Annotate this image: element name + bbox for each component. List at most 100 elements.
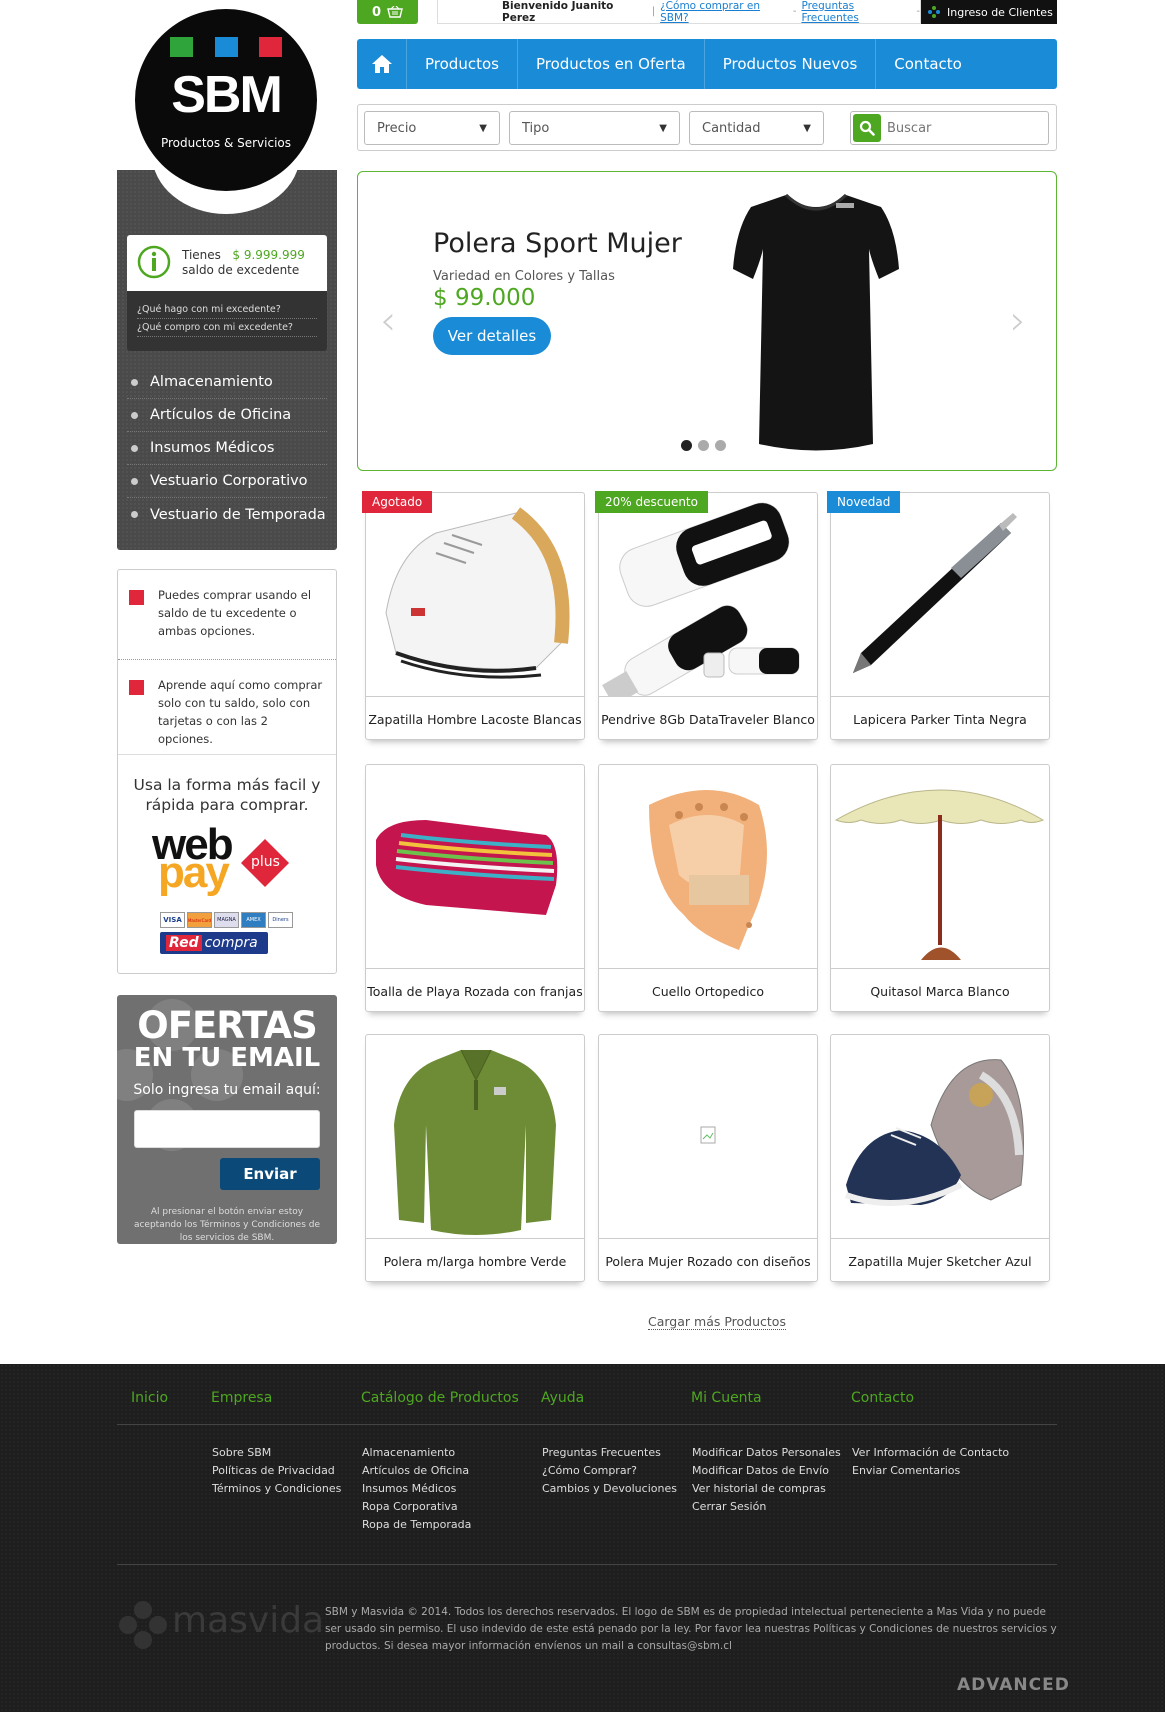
nav-nuevos[interactable]: Productos Nuevos xyxy=(705,39,877,89)
product-card[interactable]: Polera Mujer Rozado con diseños xyxy=(598,1034,818,1282)
hero-slider: ‹ › Polera Sport Mujer Variedad en Color… xyxy=(357,171,1057,471)
slider-dot[interactable] xyxy=(698,440,709,451)
category-corporativo[interactable]: Vestuario Corporativo xyxy=(127,465,327,498)
search-button[interactable] xyxy=(853,114,881,142)
category-almacenamiento[interactable]: Almacenamiento xyxy=(127,366,327,399)
footer-link[interactable]: Cerrar Sesión xyxy=(692,1498,841,1516)
footer-link[interactable]: ¿Cómo Comprar? xyxy=(542,1462,677,1480)
product-name[interactable]: Zapatilla Hombre Lacoste Blancas xyxy=(366,698,584,740)
footer-link[interactable]: Modificar Datos de Envío xyxy=(692,1462,841,1480)
product-image[interactable] xyxy=(599,493,817,697)
home-button[interactable] xyxy=(357,39,407,89)
balance-label: Tienes xyxy=(182,248,221,262)
product-name[interactable]: Zapatilla Mujer Sketcher Azul xyxy=(831,1240,1049,1282)
prev-slide-button[interactable]: ‹ xyxy=(380,298,396,344)
visa-logo: VISA xyxy=(160,912,185,928)
price-select[interactable]: Precio ▼ xyxy=(364,111,500,145)
product-image[interactable] xyxy=(831,493,1049,697)
hero-details-button[interactable]: Ver detalles xyxy=(433,317,551,355)
product-image[interactable] xyxy=(366,1035,584,1239)
product-badge: Agotado xyxy=(362,491,433,513)
footer-head-ayuda[interactable]: Ayuda xyxy=(541,1390,584,1406)
slider-dot[interactable] xyxy=(681,440,692,451)
footer-link[interactable]: Modificar Datos Personales xyxy=(692,1444,841,1462)
slider-dot[interactable] xyxy=(715,440,726,451)
product-card[interactable]: Toalla de Playa Rozada con franjas xyxy=(365,764,585,1012)
product-badge: 20% descuento xyxy=(595,491,708,513)
footer-head-empresa[interactable]: Empresa xyxy=(211,1390,272,1406)
cart-button[interactable]: 0 xyxy=(357,0,418,24)
footer-head-catalogo[interactable]: Catálogo de Productos xyxy=(361,1390,519,1406)
payment-info-box: Puedes comprar usando el saldo de tu exc… xyxy=(117,569,337,974)
separator: | xyxy=(651,6,656,17)
footer-col-empresa: Sobre SBM Políticas de Privacidad Términ… xyxy=(212,1444,341,1498)
balance-link-what[interactable]: ¿Qué hago con mi excedente? xyxy=(137,301,317,319)
product-card[interactable]: Zapatilla Mujer Sketcher Azul xyxy=(830,1034,1050,1282)
category-oficina[interactable]: Artículos de Oficina xyxy=(127,399,327,432)
product-card[interactable]: Zapatilla Hombre Lacoste Blancas Agotado xyxy=(362,491,585,740)
footer-link[interactable]: Ropa de Temporada xyxy=(362,1516,471,1534)
product-name[interactable]: Toalla de Playa Rozada con franjas xyxy=(366,970,584,1012)
info-item-learn[interactable]: Aprende aquí como comprar solo con tu sa… xyxy=(118,660,336,755)
footer-head-inicio[interactable]: Inicio xyxy=(131,1390,168,1406)
nav-ofertas[interactable]: Productos en Oferta xyxy=(518,39,705,89)
footer-link[interactable]: Ropa Corporativa xyxy=(362,1498,471,1516)
footer-head-cuenta[interactable]: Mi Cuenta xyxy=(691,1390,762,1406)
newsletter-send-button[interactable]: Enviar xyxy=(220,1158,320,1190)
newsletter-email-input[interactable] xyxy=(134,1110,320,1148)
product-card[interactable]: Polera m/larga hombre Verde xyxy=(365,1034,585,1282)
category-temporada[interactable]: Vestuario de Temporada xyxy=(127,498,327,531)
product-image[interactable] xyxy=(831,765,1049,969)
umbrella-icon xyxy=(834,789,1045,960)
sneaker-white-icon xyxy=(385,507,570,679)
search-input[interactable] xyxy=(887,120,1037,136)
product-image[interactable] xyxy=(366,493,584,697)
category-medicos[interactable]: Insumos Médicos xyxy=(127,432,327,465)
product-name[interactable]: Polera m/larga hombre Verde xyxy=(366,1240,584,1282)
footer-link[interactable]: Insumos Médicos xyxy=(362,1480,471,1498)
product-name[interactable]: Cuello Ortopedico xyxy=(599,970,817,1012)
footer-link[interactable]: Sobre SBM xyxy=(212,1444,341,1462)
magna-logo: MAGNA xyxy=(214,912,239,928)
balance-link-buy[interactable]: ¿Qué compro con mi excedente? xyxy=(137,319,317,337)
product-image[interactable] xyxy=(366,765,584,969)
footer-link[interactable]: Artículos de Oficina xyxy=(362,1462,471,1480)
product-card[interactable]: Pendrive 8Gb DataTraveler Blanco 20% desc… xyxy=(595,491,818,740)
filter-bar: Precio ▼ Tipo ▼ Cantidad ▼ xyxy=(357,104,1057,151)
product-name[interactable]: Polera Mujer Rozado con diseños xyxy=(599,1240,817,1282)
usb-drive-icon xyxy=(602,502,800,696)
footer-link[interactable]: Términos y Condiciones xyxy=(212,1480,341,1498)
newsletter-box: OFERTAS EN TU EMAIL Solo ingresa tu emai… xyxy=(117,995,337,1244)
footer-link[interactable]: Almacenamiento xyxy=(362,1444,471,1462)
footer-link[interactable]: Ver historial de compras xyxy=(692,1480,841,1498)
load-more-link[interactable]: Cargar más Productos xyxy=(648,1314,786,1330)
product-name[interactable]: Pendrive 8Gb DataTraveler Blanco xyxy=(599,698,817,740)
nav-contacto[interactable]: Contacto xyxy=(876,39,980,89)
balance-card: Tienes $ 9.999.999 saldo de excedente xyxy=(127,235,327,291)
product-image[interactable] xyxy=(599,1035,817,1239)
footer-link[interactable]: Políticas de Privacidad xyxy=(212,1462,341,1480)
footer-link[interactable]: Cambios y Devoluciones xyxy=(542,1480,677,1498)
newsletter-title: OFERTAS xyxy=(137,1004,317,1047)
product-card[interactable]: Quitasol Marca Blanco xyxy=(830,764,1050,1012)
product-name[interactable]: Lapicera Parker Tinta Negra xyxy=(831,698,1049,740)
quantity-select[interactable]: Cantidad ▼ xyxy=(689,111,824,145)
how-to-buy-link[interactable]: ¿Cómo comprar en SBM? xyxy=(660,0,788,24)
type-select[interactable]: Tipo ▼ xyxy=(509,111,680,145)
footer-link[interactable]: Ver Información de Contacto xyxy=(852,1444,1009,1462)
client-login-button[interactable]: Ingreso de Clientes xyxy=(921,0,1057,24)
info-item-excedente[interactable]: Puedes comprar usando el saldo de tu exc… xyxy=(118,570,336,660)
sbm-logo[interactable]: SBM Productos & Servicios xyxy=(135,9,317,191)
footer-link[interactable]: Enviar Comentarios xyxy=(852,1462,1009,1480)
product-image[interactable] xyxy=(831,1035,1049,1239)
product-card[interactable]: Lapicera Parker Tinta Negra Novedad xyxy=(827,491,1050,740)
webpay-text: Usa la forma más facil y rápida para com… xyxy=(133,776,321,814)
next-slide-button[interactable]: › xyxy=(1010,298,1026,344)
product-image[interactable] xyxy=(599,765,817,969)
product-card[interactable]: Cuello Ortopedico xyxy=(598,764,818,1012)
nav-productos[interactable]: Productos xyxy=(407,39,518,89)
footer-link[interactable]: Preguntas Frecuentes xyxy=(542,1444,677,1462)
faq-link[interactable]: Preguntas Frecuentes xyxy=(801,0,911,24)
footer-head-contacto[interactable]: Contacto xyxy=(851,1390,914,1406)
product-name[interactable]: Quitasol Marca Blanco xyxy=(831,970,1049,1012)
